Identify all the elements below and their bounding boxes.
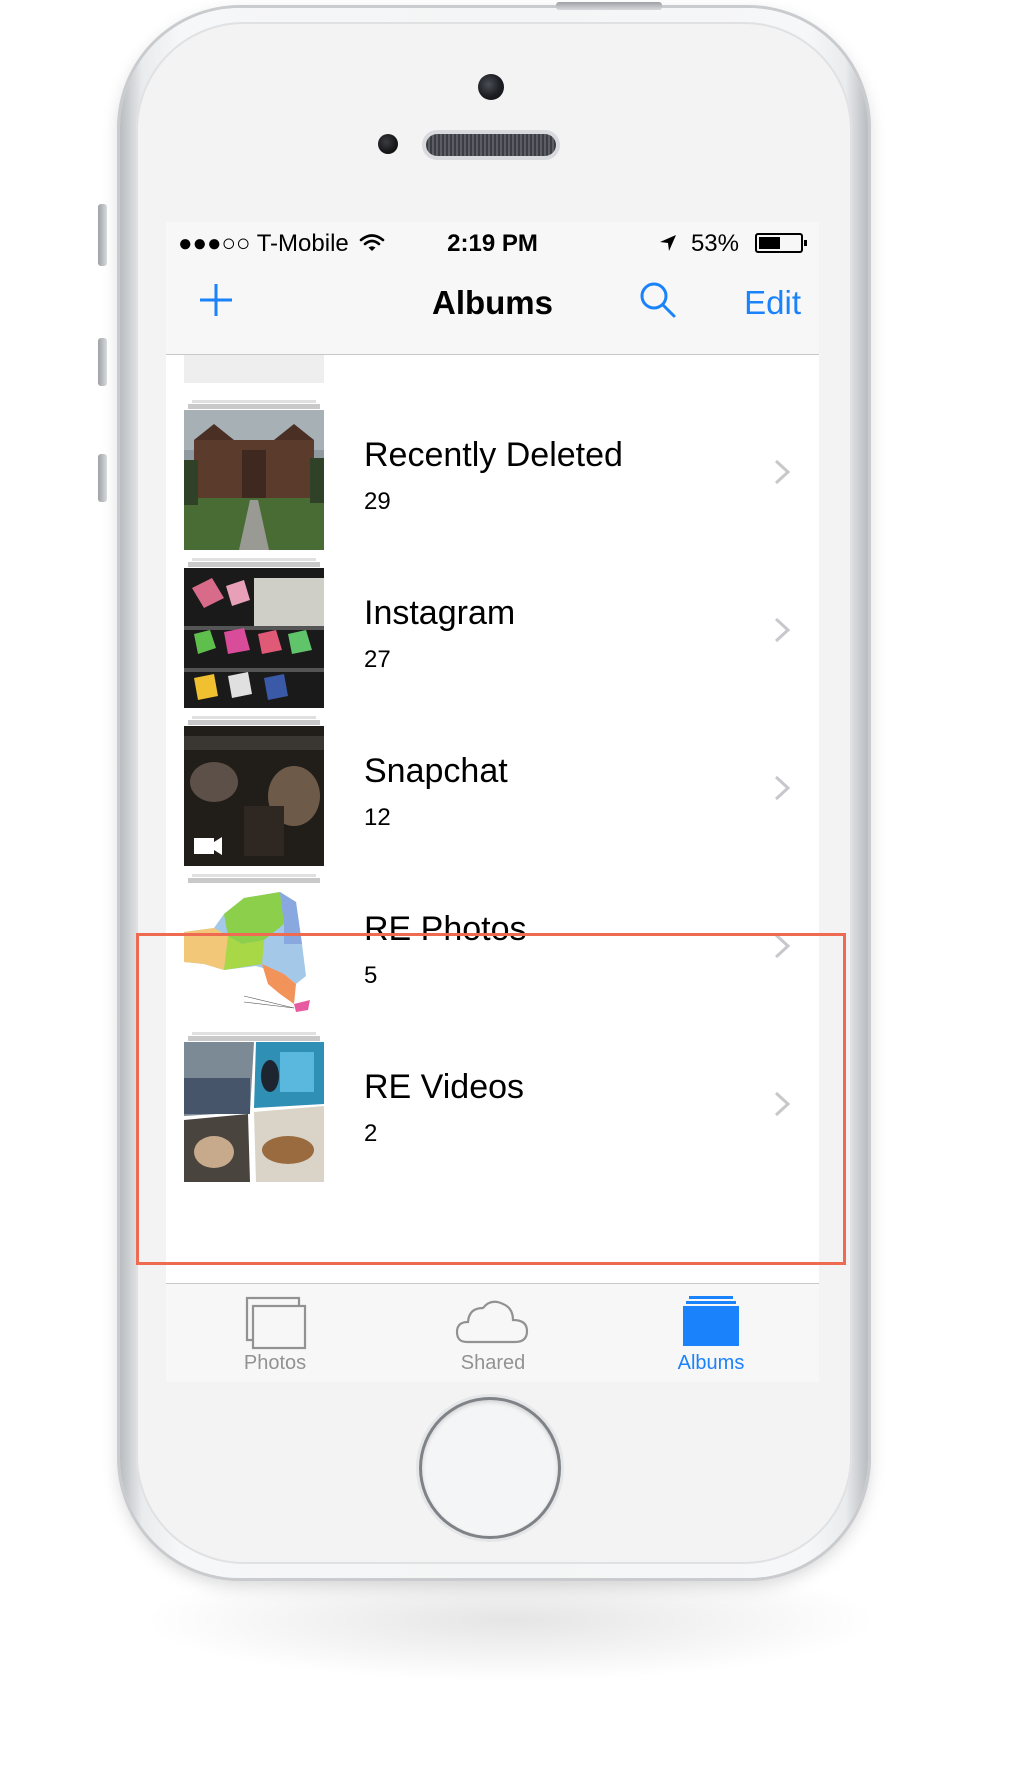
home-button[interactable] <box>422 1400 558 1536</box>
battery-nub <box>804 240 807 246</box>
album-title: Instagram <box>364 594 516 632</box>
chevron-right-icon <box>774 459 791 485</box>
cloud-icon <box>455 1300 529 1344</box>
status-bar: ●●●○○ T-Mobile 2:19 PM 53% <box>166 222 819 266</box>
power-button <box>556 2 662 10</box>
album-title: Snapchat <box>364 752 508 790</box>
album-title: RE Photos <box>364 910 527 948</box>
tab-label: Albums <box>677 1352 745 1374</box>
album-thumbnail <box>184 355 324 383</box>
album-row-re-photos[interactable]: RE Photos 5 <box>166 866 819 1024</box>
album-stack-edge <box>192 716 316 719</box>
album-stack-edge <box>188 1036 320 1041</box>
album-list: Recently Deleted 29 Instagram 27 Snapcha… <box>166 355 819 1283</box>
album-count: 27 <box>364 646 391 673</box>
navigation-bar: ●●●○○ T-Mobile 2:19 PM 53% Albums Edit <box>166 222 819 355</box>
earpiece-speaker <box>426 134 556 156</box>
chevron-right-icon <box>774 1091 791 1117</box>
tab-label: Shared <box>460 1352 526 1374</box>
volume-up-button <box>98 338 107 386</box>
photos-icon <box>245 1296 307 1350</box>
tab-photos[interactable]: Photos <box>166 1284 384 1382</box>
album-count: 5 <box>364 962 378 989</box>
album-thumbnail-snapchat <box>184 726 324 866</box>
edit-button[interactable]: Edit <box>744 284 801 322</box>
battery-icon <box>755 233 807 253</box>
volume-down-button <box>98 454 107 502</box>
status-right: 53% <box>658 230 739 258</box>
album-row-re-videos[interactable]: RE Videos 2 <box>166 1024 819 1182</box>
front-camera <box>478 74 504 100</box>
album-count: 2 <box>364 1120 378 1147</box>
album-thumbnail-re-videos <box>184 1042 324 1182</box>
album-stack-edge <box>192 1032 316 1035</box>
phone-shadow <box>150 1560 870 1680</box>
album-row-recently-deleted[interactable]: Recently Deleted 29 <box>166 392 819 550</box>
album-stack-edge <box>192 558 316 561</box>
tab-bar: Photos Shared Albums <box>166 1283 819 1382</box>
chevron-right-icon <box>774 775 791 801</box>
proximity-sensor <box>378 134 398 154</box>
album-stack-edge <box>192 874 316 877</box>
album-thumbnail-recently-deleted <box>184 410 324 550</box>
chevron-right-icon <box>774 933 791 959</box>
tab-label: Photos <box>243 1352 307 1374</box>
album-count: 29 <box>364 488 391 515</box>
location-arrow-icon <box>660 235 677 251</box>
album-row-snapchat[interactable]: Snapchat 12 <box>166 708 819 866</box>
album-stack-edge <box>188 404 320 409</box>
tab-albums[interactable]: Albums <box>602 1284 819 1382</box>
album-stack-edge <box>188 720 320 725</box>
album-row-partial <box>166 355 819 383</box>
album-title: RE Videos <box>364 1068 525 1106</box>
battery-percent: 53% <box>690 230 739 257</box>
album-row-instagram[interactable]: Instagram 27 <box>166 550 819 708</box>
album-stack-edge <box>192 400 316 403</box>
album-title: Recently Deleted <box>364 436 623 474</box>
chevron-right-icon <box>774 617 791 643</box>
album-thumbnail-instagram <box>184 568 324 708</box>
search-icon[interactable] <box>636 278 680 322</box>
album-stack-edge <box>188 878 320 883</box>
mute-switch <box>98 204 107 266</box>
album-stack-edge <box>188 562 320 567</box>
tab-shared[interactable]: Shared <box>384 1284 602 1382</box>
album-count: 12 <box>364 804 391 831</box>
album-thumbnail-re-photos <box>184 884 324 1024</box>
screen: ●●●○○ T-Mobile 2:19 PM 53% Albums Edit R… <box>166 222 819 1382</box>
battery-level <box>759 237 780 249</box>
page-title: Albums <box>431 284 553 321</box>
albums-icon <box>683 1296 739 1346</box>
